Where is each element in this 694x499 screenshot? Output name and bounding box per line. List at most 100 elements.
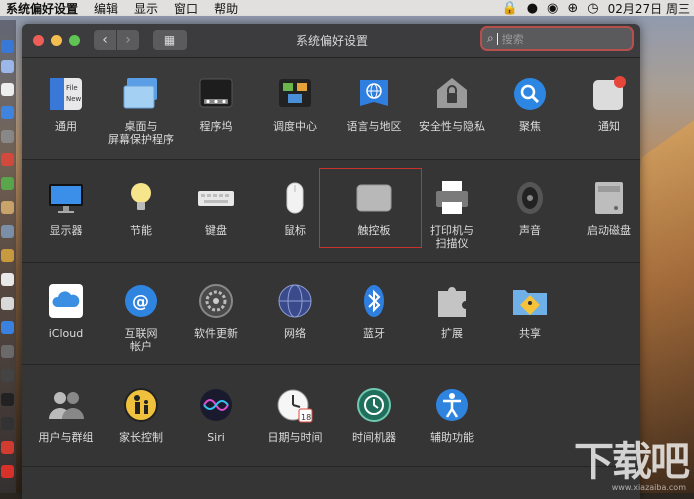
- photos-icon[interactable]: [1, 225, 14, 238]
- desktop-screensaver-icon: [121, 74, 161, 114]
- pref-pane-security-privacy[interactable]: 安全性与隐私: [412, 74, 492, 133]
- mouse-icon: [275, 178, 315, 218]
- spotlight-icon: [510, 74, 550, 114]
- pref-pane-label: 节能: [130, 224, 152, 237]
- app-store-icon[interactable]: [1, 321, 14, 334]
- minimize-button[interactable]: [51, 35, 62, 46]
- wechat-icon[interactable]: ●: [527, 1, 538, 16]
- pref-pane-mission-control[interactable]: 调度中心: [255, 74, 335, 133]
- rocket-icon[interactable]: [1, 130, 14, 143]
- pref-pane-desktop-screensaver[interactable]: 桌面与 屏幕保护程序: [101, 74, 181, 146]
- pref-pane-label: Siri: [207, 431, 225, 444]
- accessibility-icon: [432, 385, 472, 425]
- pref-pane-keyboard[interactable]: 键盘: [176, 178, 256, 237]
- pref-pane-energy-saver[interactable]: 节能: [101, 178, 181, 237]
- vivaldi-icon[interactable]: [1, 441, 14, 454]
- pref-pane-mouse[interactable]: 鼠标: [255, 178, 335, 237]
- pref-pane-spotlight[interactable]: 聚焦: [490, 74, 570, 133]
- pref-pane-parental-controls[interactable]: 家长控制: [101, 385, 181, 444]
- menu-edit[interactable]: 编辑: [94, 0, 118, 17]
- launchpad-icon[interactable]: [1, 60, 14, 73]
- app-menu[interactable]: 系统偏好设置: [6, 0, 78, 17]
- svg-text:New: New: [66, 95, 82, 103]
- pref-pane-printers-scanners[interactable]: 打印机与 扫描仪: [412, 178, 492, 250]
- pref-pane-time-machine[interactable]: 时间机器: [334, 385, 414, 444]
- pref-pane-label: iCloud: [48, 327, 84, 340]
- android-icon[interactable]: [1, 177, 14, 190]
- pref-pane-notifications[interactable]: 通知: [569, 74, 640, 133]
- pref-pane-dock[interactable]: 程序坞: [176, 74, 256, 133]
- reminders-icon[interactable]: [1, 297, 14, 310]
- back-button[interactable]: ‹: [94, 30, 116, 50]
- search-field[interactable]: ⌕ 搜索: [482, 28, 632, 49]
- pref-pane-displays[interactable]: 显示器: [26, 178, 106, 237]
- system-preferences-icon[interactable]: [1, 345, 14, 358]
- lock-icon[interactable]: 🔒: [502, 1, 518, 16]
- siri-icon: [196, 385, 236, 425]
- show-all-button[interactable]: ▦: [153, 30, 187, 50]
- app-red-icon[interactable]: [1, 153, 14, 166]
- weibo-icon[interactable]: [1, 465, 14, 478]
- forward-button[interactable]: ›: [117, 30, 139, 50]
- sharing-icon: [510, 281, 550, 321]
- pref-pane-label: 安全性与隐私: [419, 120, 485, 133]
- preview-icon[interactable]: [1, 201, 14, 214]
- pref-pane-label: 辅助功能: [430, 431, 474, 444]
- pref-pane-label: 通用: [55, 120, 77, 133]
- pref-pane-icloud[interactable]: iCloud: [26, 281, 106, 340]
- pref-pane-sharing[interactable]: 共享: [490, 281, 570, 340]
- svg-text:@: @: [132, 292, 149, 312]
- mission-control-icon: [275, 74, 315, 114]
- menu-bar: 系统偏好设置 编辑 显示 窗口 帮助 🔒 ● ◉ ⊕ ◷ 02月27日 周三: [0, 0, 694, 16]
- pref-pane-label: 语言与地区: [346, 120, 402, 133]
- pref-pane-label: 键盘: [205, 224, 227, 237]
- pref-pane-label: 扩展: [441, 327, 463, 340]
- close-button[interactable]: [33, 35, 44, 46]
- pref-pane-general[interactable]: File New 通用: [26, 74, 106, 133]
- svg-text:18: 18: [301, 413, 311, 422]
- menu-help[interactable]: 帮助: [214, 0, 238, 17]
- notes-icon[interactable]: [1, 249, 14, 262]
- pref-pane-extensions[interactable]: 扩展: [412, 281, 492, 340]
- console-icon[interactable]: [1, 417, 14, 430]
- pref-pane-trackpad[interactable]: 触控板: [334, 178, 414, 237]
- pref-pane-language-region[interactable]: 语言与地区: [334, 74, 414, 133]
- pref-pane-internet-accounts[interactable]: @ 互联网 帐户: [101, 281, 181, 353]
- startup-disk-icon: [589, 178, 629, 218]
- pref-pane-sound[interactable]: 声音: [490, 178, 570, 237]
- clock-icon[interactable]: ◷: [587, 1, 598, 16]
- pref-pane-label: 用户与群组: [38, 431, 94, 444]
- displays-icon: [46, 178, 86, 218]
- menu-window[interactable]: 窗口: [174, 0, 198, 17]
- pref-pane-software-update[interactable]: 软件更新: [176, 281, 256, 340]
- pref-pane-label: 显示器: [49, 224, 83, 237]
- pref-pane-label: 蓝牙: [363, 327, 385, 340]
- calendar-icon[interactable]: [1, 83, 14, 96]
- watermark-url: www.xiazaiba.com: [611, 483, 686, 492]
- pref-pane-label: 聚焦: [519, 120, 541, 133]
- pref-pane-network[interactable]: 网络: [255, 281, 335, 340]
- pref-pane-label: 触控板: [357, 224, 391, 237]
- terminal-icon[interactable]: [1, 393, 14, 406]
- pref-pane-siri[interactable]: Siri: [176, 385, 256, 444]
- finder-icon[interactable]: [1, 40, 14, 53]
- sound-icon: [510, 178, 550, 218]
- prefs-row-5: [22, 467, 640, 499]
- globe-icon[interactable]: ⊕: [567, 1, 578, 16]
- notification-center-icon[interactable]: ◉: [547, 1, 558, 16]
- pref-pane-label: 打印机与 扫描仪: [430, 224, 474, 250]
- safari-icon[interactable]: [1, 106, 14, 119]
- pref-pane-bluetooth[interactable]: 蓝牙: [334, 281, 414, 340]
- text-icon[interactable]: [1, 273, 14, 286]
- pref-pane-label: 通知: [598, 120, 620, 133]
- pref-pane-startup-disk[interactable]: 启动磁盘: [569, 178, 640, 237]
- pref-pane-label: 声音: [519, 224, 541, 237]
- menu-view[interactable]: 显示: [134, 0, 158, 17]
- pref-pane-accessibility[interactable]: 辅助功能: [412, 385, 492, 444]
- activity-monitor-icon[interactable]: [1, 369, 14, 382]
- dock-strip: [0, 20, 16, 493]
- pref-pane-users-groups[interactable]: 用户与群组: [26, 385, 106, 444]
- menu-clock[interactable]: 02月27日 周三: [608, 0, 690, 17]
- pref-pane-date-time[interactable]: 18 日期与时间: [255, 385, 335, 444]
- fullscreen-button[interactable]: [69, 35, 80, 46]
